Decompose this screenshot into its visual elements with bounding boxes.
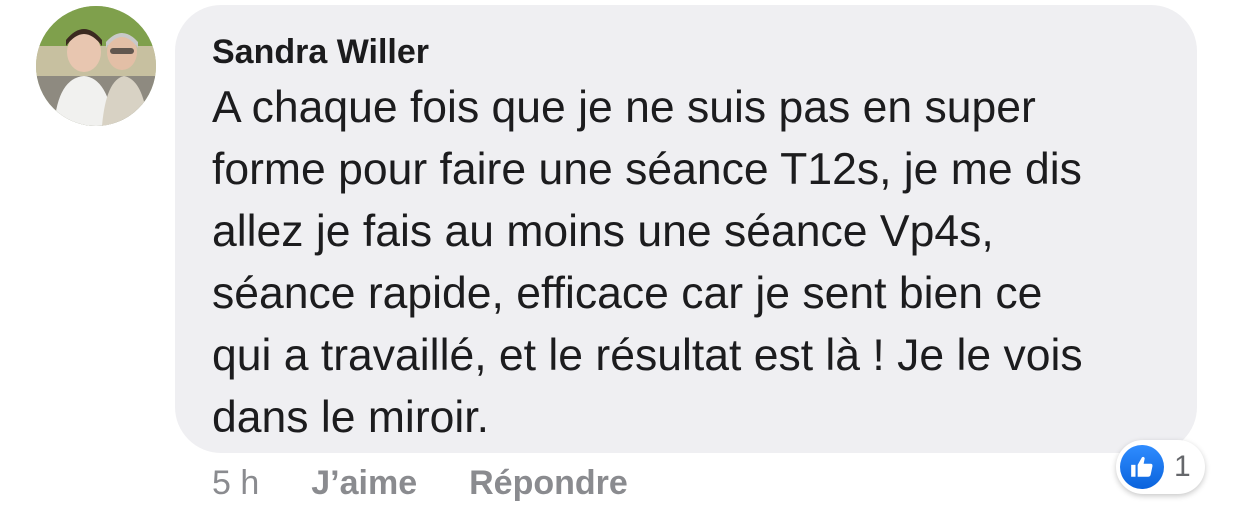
comment-author[interactable]: Sandra Willer [212,31,1157,73]
timestamp[interactable]: 5 h [212,464,259,503]
thumbs-up-icon [1120,445,1164,489]
reaction-count: 1 [1174,450,1191,483]
like-button[interactable]: J’aime [311,464,417,503]
comment: Sandra Willer A chaque fois que je ne su… [0,0,1242,523]
comment-actions: 5 h J’aime Répondre [212,464,680,503]
reply-button[interactable]: Répondre [469,464,628,503]
profile-photo [36,6,156,126]
avatar[interactable] [36,6,156,126]
comment-bubble: Sandra Willer A chaque fois que je ne su… [175,5,1197,453]
comment-text: A chaque fois que je ne suis pas en supe… [212,83,1083,442]
reaction-summary[interactable]: 1 [1116,440,1205,494]
